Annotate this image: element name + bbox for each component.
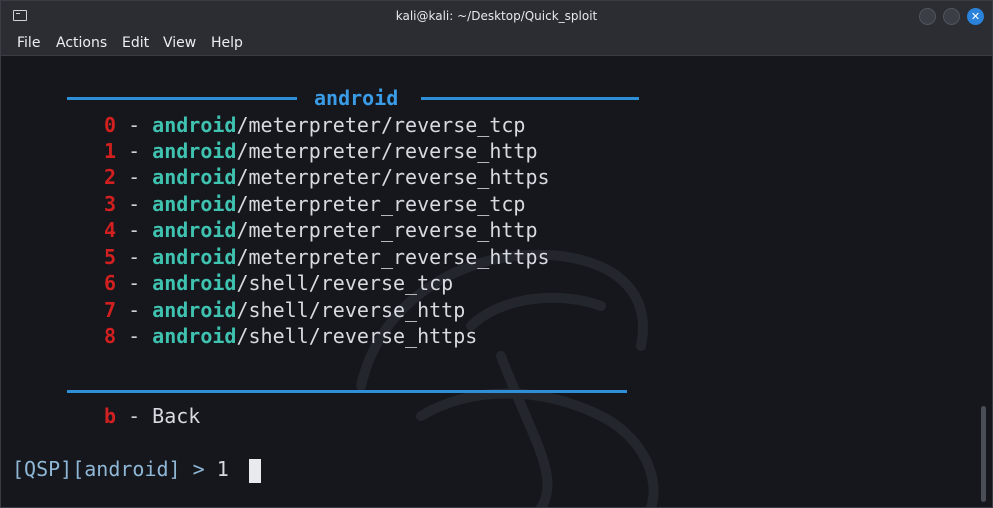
option-prefix: android [152,165,237,189]
menu-view[interactable]: View [163,35,196,51]
option-number: 4 [104,218,117,242]
option-number: 5 [104,245,117,269]
option-number: 3 [104,192,117,216]
option-separator: - [116,324,153,348]
option-line-1: 1 - android/meterpreter/reverse_http [104,139,538,163]
option-separator: - [116,113,153,137]
option-line-5: 5 - android/meterpreter_reverse_https [104,245,550,269]
option-prefix: android [152,245,237,269]
option-separator: - [116,245,153,269]
close-button[interactable]: ✕ [967,8,984,25]
back-option-line: b - Back [104,404,200,428]
text-cursor [249,459,261,483]
option-line-4: 4 - android/meterpreter_reverse_http [104,218,538,242]
option-path: /meterpreter_reverse_http [236,218,538,242]
prompt-line[interactable]: [QSP][android] > 1 [12,457,229,481]
option-path: /shell/reverse_https [236,324,478,348]
header-rule-left [67,97,297,100]
option-path: /meterpreter/reverse_https [236,165,550,189]
option-prefix: android [152,139,237,163]
back-label: Back [152,404,201,428]
option-prefix: android [152,218,237,242]
section-header: android [314,86,399,110]
footer-rule [67,390,627,393]
maximize-button[interactable] [943,8,960,25]
option-path: /meterpreter/reverse_http [236,139,538,163]
option-line-7: 7 - android/shell/reverse_http [104,298,465,322]
back-key: b [104,404,117,428]
option-separator: - [116,298,153,322]
menu-edit[interactable]: Edit [122,35,149,51]
option-separator: - [116,139,153,163]
terminal-area[interactable]: android 0 - android/meterpreter/reverse_… [1,56,992,507]
prompt-text: [QSP][android] > [12,457,217,481]
option-number: 7 [104,298,117,322]
option-prefix: android [152,298,237,322]
option-path: /meterpreter_reverse_tcp [236,192,526,216]
option-number: 1 [104,139,117,163]
option-path: /meterpreter/reverse_tcp [236,113,526,137]
option-number: 6 [104,271,117,295]
option-line-0: 0 - android/meterpreter/reverse_tcp [104,113,525,137]
menu-file[interactable]: File [17,35,40,51]
option-path: /meterpreter_reverse_https [236,245,550,269]
menu-bar: File Actions Edit View Help [1,33,992,56]
option-separator: - [116,165,153,189]
option-line-8: 8 - android/shell/reverse_https [104,324,477,348]
title-bar[interactable]: kali@kali: ~/Desktop/Quick_sploit ✕ [1,1,992,33]
option-line-6: 6 - android/shell/reverse_tcp [104,271,453,295]
option-number: 8 [104,324,117,348]
option-number: 0 [104,113,117,137]
option-separator: - [116,192,153,216]
option-path: /shell/reverse_http [236,298,466,322]
option-separator: - [116,218,153,242]
scrollbar-thumb[interactable] [981,406,986,502]
minimize-button[interactable] [919,8,936,25]
option-path: /shell/reverse_tcp [236,271,454,295]
option-prefix: android [152,271,237,295]
option-line-2: 2 - android/meterpreter/reverse_https [104,165,550,189]
window-title: kali@kali: ~/Desktop/Quick_sploit [395,9,598,23]
menu-actions[interactable]: Actions [56,35,107,51]
option-prefix: android [152,192,237,216]
option-prefix: android [152,113,237,137]
option-separator: - [116,271,153,295]
option-separator: - [116,404,153,428]
command-input[interactable]: 1 [217,457,229,481]
option-line-3: 3 - android/meterpreter_reverse_tcp [104,192,525,216]
menu-help[interactable]: Help [211,35,243,51]
header-rule-right [421,97,639,100]
option-prefix: android [152,324,237,348]
terminal-window: kali@kali: ~/Desktop/Quick_sploit ✕ File… [0,0,993,508]
option-number: 2 [104,165,117,189]
